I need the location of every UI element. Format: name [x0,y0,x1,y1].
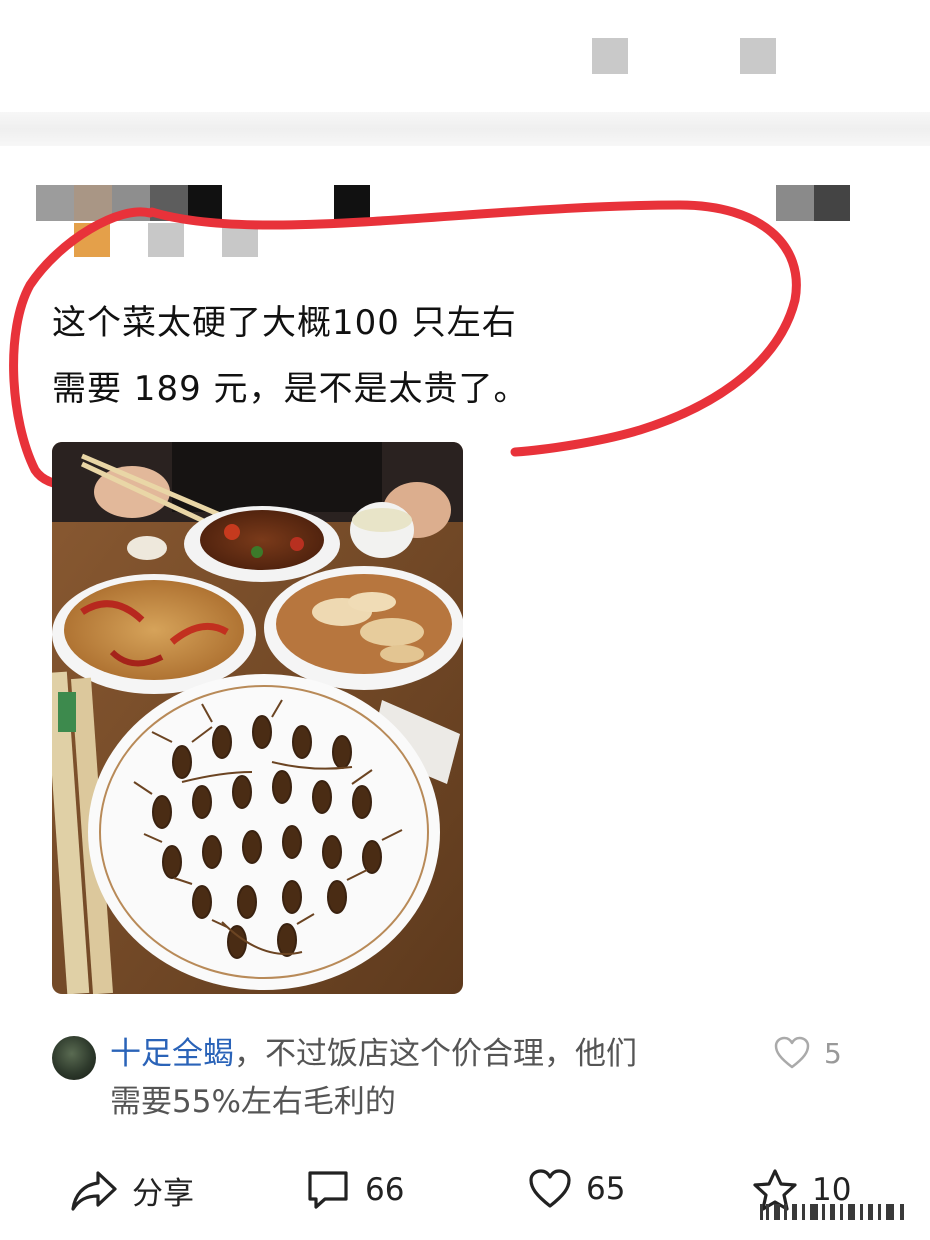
comment-button[interactable]: 66 [305,1168,404,1212]
heart-icon [529,1169,571,1208]
post-photo[interactable] [52,442,463,994]
share-button[interactable]: 分享 [70,1168,194,1213]
blurred-username [74,185,112,221]
comment-body: 十足全蝎，不过饭店这个价合理，他们 需要55%左右毛利的 [110,1030,750,1126]
comment-count: 66 [365,1172,405,1208]
blurred-header-block [592,38,628,74]
post-line-2: 需要 189 元，是不是太贵了。 [52,369,529,409]
post-author-header [36,165,896,265]
comment-like-button[interactable]: 5 [774,1036,842,1070]
post-line-1: 这个菜太硬了大概100 只左右 [52,303,517,343]
comment-like-count: 5 [824,1036,842,1070]
blurred-meta [74,223,110,257]
blurred-username [112,185,150,221]
share-label: 分享 [132,1176,194,1212]
like-count: 65 [586,1171,626,1207]
blurred-meta [148,223,184,257]
blurred-header-block [740,38,776,74]
blurred-username [188,185,222,221]
comment-icon [308,1171,348,1209]
like-heart-icon [774,1036,810,1069]
blurred-meta [222,223,258,257]
like-button[interactable]: 65 [528,1168,625,1210]
commenter-username[interactable]: 十足全蝎 [110,1036,234,1072]
comment-text-line-2: 需要55%左右毛利的 [110,1084,396,1120]
blurred-follow-button[interactable] [814,185,850,221]
blurred-username [334,185,370,221]
blurred-avatar[interactable] [36,185,74,221]
share-icon [71,1170,117,1211]
post-content: 这个菜太硬了大概100 只左右 需要 189 元，是不是太贵了。 [52,290,752,422]
food-photo-illustration [52,442,463,994]
header-divider [0,112,930,146]
comment-text-line-1: ，不过饭店这个价合理，他们 [234,1036,637,1072]
blurred-username [150,185,188,221]
top-bar [0,0,930,110]
blurred-follow-button[interactable] [776,185,814,221]
watermark-logo [760,1204,904,1220]
top-comment[interactable]: 十足全蝎，不过饭店这个价合理，他们 需要55%左右毛利的 5 [52,1030,872,1140]
commenter-avatar[interactable] [52,1036,96,1080]
